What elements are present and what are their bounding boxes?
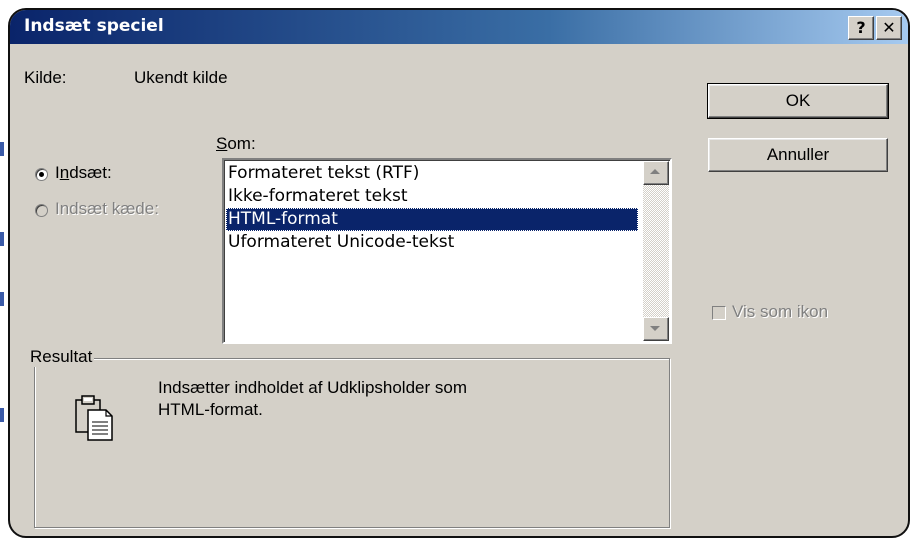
list-item-unicode-text[interactable]: Uformateret Unicode-tekst	[226, 231, 638, 254]
radio-paste-indicator[interactable]	[35, 168, 48, 181]
help-button[interactable]: ?	[848, 16, 874, 40]
listbox-scrollbar[interactable]	[643, 161, 669, 341]
result-text-line1: Indsætter indholdet af Udklipsholder som	[158, 378, 467, 397]
radio-paste-label[interactable]: Indsæt:	[55, 163, 112, 183]
display-as-icon-label: Vis som ikon	[732, 302, 829, 321]
source-value: Ukendt kilde	[134, 68, 228, 87]
list-item-html-format[interactable]: HTML-format	[226, 208, 638, 231]
radio-paste-link-indicator	[35, 204, 48, 217]
close-icon: ✕	[882, 18, 896, 37]
close-button[interactable]: ✕	[876, 16, 902, 40]
source-label: Kilde:	[24, 68, 67, 87]
background-fragment	[0, 408, 4, 422]
background-fragment	[0, 292, 4, 306]
list-item-rtf[interactable]: Formateret tekst (RTF)	[226, 162, 638, 185]
background-fragment	[0, 142, 4, 156]
list-item-unformatted-text[interactable]: Ikke-formateret tekst	[226, 185, 638, 208]
as-label: Som:	[216, 134, 256, 153]
dialog-title: Indsæt speciel	[24, 16, 164, 36]
result-text-line2: HTML-format.	[158, 400, 263, 419]
ok-button[interactable]: OK	[707, 83, 889, 119]
result-label: Resultat	[28, 347, 95, 367]
radio-paste-link-label: Indsæt kæde:	[55, 199, 159, 218]
paste-special-dialog: Indsæt speciel ? ✕ Kilde: Ukendt kilde S…	[8, 8, 910, 538]
arrow-up-icon	[650, 169, 660, 174]
result-description: Indsætter indholdet af Udklipsholder som…	[158, 377, 638, 421]
format-listbox[interactable]: Formateret tekst (RTF) Ikke-formateret t…	[222, 158, 672, 344]
background-fragment	[0, 232, 4, 246]
title-bar[interactable]: Indsæt speciel ? ✕	[10, 10, 908, 44]
scroll-up-button[interactable]	[643, 161, 669, 185]
scroll-down-button[interactable]	[643, 317, 669, 341]
clipboard-icon	[74, 394, 114, 442]
cancel-button[interactable]: Annuller	[708, 138, 888, 172]
arrow-down-icon	[650, 326, 660, 331]
display-as-icon-checkbox	[712, 306, 726, 320]
